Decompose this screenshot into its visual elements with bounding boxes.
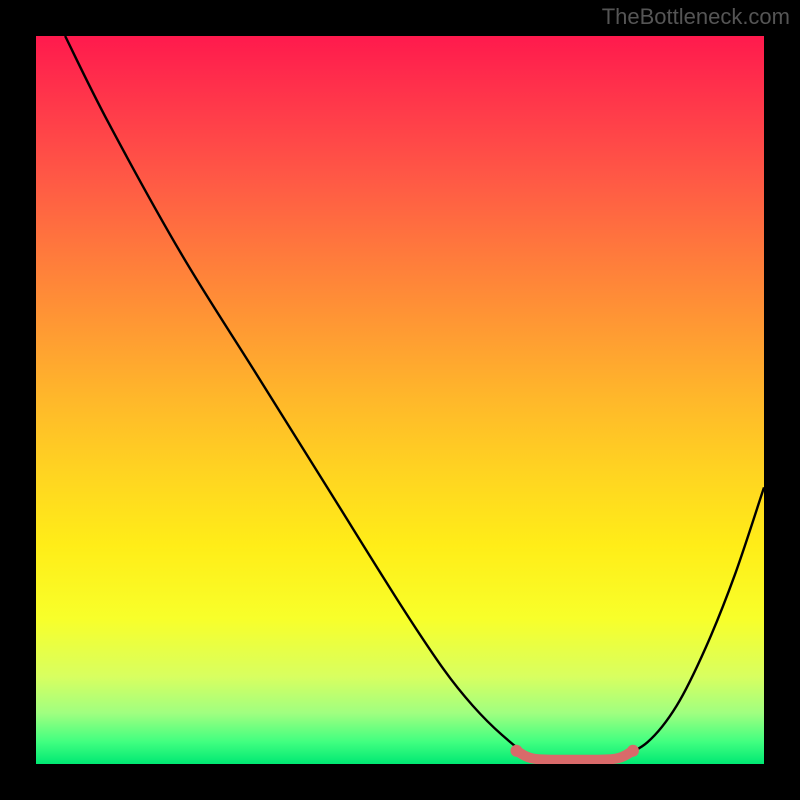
bottleneck-chart-svg xyxy=(36,36,764,764)
optimal-range-end-dot xyxy=(627,745,639,757)
chart-plot-area xyxy=(36,36,764,764)
optimal-range-start-dot xyxy=(510,745,522,757)
attribution-text: TheBottleneck.com xyxy=(602,4,790,30)
optimal-range-marker xyxy=(516,751,632,760)
bottleneck-curve-line xyxy=(65,36,764,764)
